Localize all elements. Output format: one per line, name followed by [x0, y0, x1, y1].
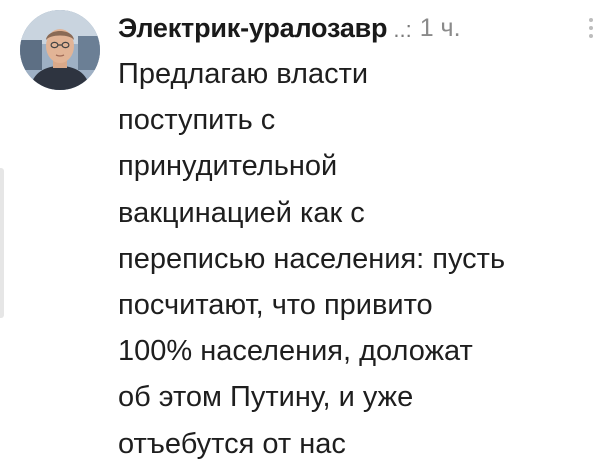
comment-line: посчитают, что привито — [118, 289, 433, 322]
comment-line: Предлагаю власти — [118, 58, 369, 90]
user-avatar-photo — [20, 10, 100, 90]
comment-line: об этом Путину, и уже — [118, 381, 414, 414]
left-edge-handle — [0, 168, 4, 318]
comment-line: принудительной — [118, 150, 338, 183]
comment-line: 100% населения, доложат — [118, 335, 473, 368]
comment-line: поступить с — [118, 104, 276, 137]
avatar[interactable] — [20, 10, 100, 90]
comment-line: переписью населения: пусть — [118, 242, 506, 275]
comment-timestamp: 1 ч. — [419, 13, 461, 42]
comment-body: Предлагаю власти поступить с принудитель… — [118, 51, 604, 467]
more-vertical-icon[interactable] — [584, 15, 598, 41]
comment-line: отъебутся от нас — [118, 427, 346, 460]
author-name[interactable]: Электрик-уралозавр — [118, 13, 388, 44]
comment-header: Электрик-уралозавр ..: 1 ч. — [118, 6, 598, 50]
comment-line: вакцинацией как с — [118, 196, 365, 229]
author-badge: ..: — [393, 17, 412, 42]
